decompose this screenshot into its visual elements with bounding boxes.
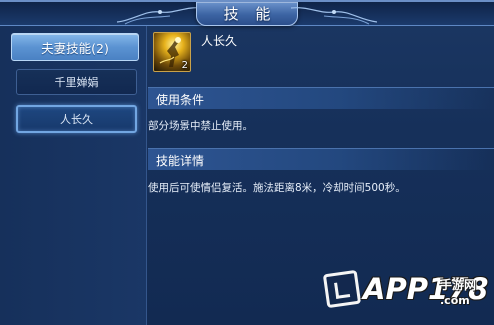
window-title: 技 能 — [223, 5, 277, 23]
section-header-label: 技能详情 — [156, 154, 205, 168]
section-header-details: 技能详情 — [148, 148, 494, 170]
watermark-url-text: .com — [440, 294, 470, 307]
skill-item-label: 人长久 — [60, 113, 93, 126]
category-tab-spouse-skills[interactable]: 夫妻技能(2) — [11, 33, 139, 61]
skill-level-badge: 2 — [181, 60, 188, 71]
conditions-text: 部分场景中禁止使用。 — [148, 120, 253, 132]
category-tab-label: 夫妻技能(2) — [41, 40, 109, 56]
skill-icon[interactable]: 2 — [153, 32, 191, 72]
watermark-sub-text: 手游网 — [440, 278, 477, 292]
details-text: 使用后可使情侣复活。施法距离8米，冷却时间500秒。 — [148, 182, 406, 194]
skill-item-qianli-chanjuan[interactable]: 千里婵娟 — [16, 69, 137, 95]
skill-sidebar: 夫妻技能(2) 千里婵娟 人长久 — [0, 26, 147, 325]
site-watermark: APP178 手游网 .com — [322, 269, 493, 325]
right-ornament-icon — [290, 7, 378, 25]
window-title-plate: 技 能 — [196, 2, 298, 26]
window-top-frame: 技 能 — [0, 2, 494, 26]
watermark-logo-icon — [322, 269, 362, 309]
section-header-conditions: 使用条件 — [148, 87, 494, 109]
skill-window: 技 能 夫妻技能(2) 千里婵娟 人长久 2 人长久 使用条件 部分场景中禁止使… — [0, 0, 494, 325]
section-header-label: 使用条件 — [156, 93, 205, 107]
left-ornament-icon — [116, 7, 204, 25]
skill-name: 人长久 — [201, 34, 238, 48]
skill-item-label: 千里婵娟 — [54, 76, 99, 89]
skill-item-ren-changjiu[interactable]: 人长久 — [16, 105, 137, 133]
